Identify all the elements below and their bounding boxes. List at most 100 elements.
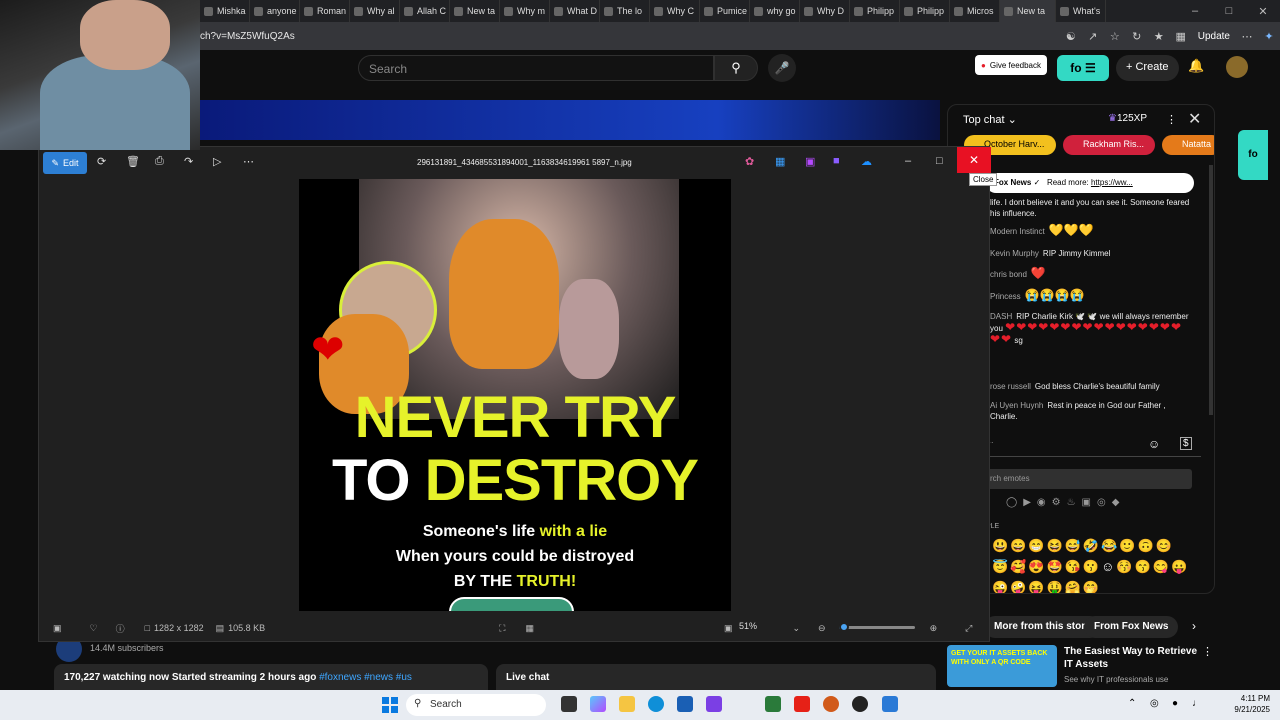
browser-tab[interactable]: Philipp (850, 0, 900, 22)
task-view-icon[interactable] (561, 696, 577, 712)
rotate-icon[interactable]: ⟳ (97, 155, 106, 168)
ad-title[interactable]: The Easiest Way to Retrieve IT Assets (1064, 645, 1204, 671)
browser-tab[interactable]: why go (750, 0, 800, 22)
clipchamp-taskbar-icon[interactable] (706, 696, 722, 712)
edge-icon[interactable] (648, 696, 664, 712)
taskbar-search[interactable]: ⚲ Search (406, 694, 546, 716)
mic-icon[interactable]: ● (1172, 698, 1178, 709)
refresh-icon[interactable]: ↻ (1126, 30, 1148, 43)
favorites-icon[interactable]: ★ (1148, 30, 1170, 43)
obs-icon[interactable] (852, 696, 868, 712)
create-button[interactable]: + Create (1116, 55, 1179, 81)
print-icon[interactable]: ⎙ (155, 155, 164, 168)
slideshow-icon[interactable]: ▷ (213, 155, 221, 168)
extensions-icon[interactable]: ▦ (1170, 30, 1192, 43)
ad-more-icon[interactable]: ⋮ (1202, 645, 1213, 658)
more-options-icon[interactable]: ⋯ (1236, 30, 1258, 43)
ad-thumbnail[interactable]: GET YOUR IT ASSETS BACK WITH ONLY A QR C… (947, 645, 1057, 687)
zoom-dropdown-icon[interactable]: ⌄ (792, 623, 800, 634)
clipchamp-icon[interactable]: ▣ (805, 155, 815, 168)
youtube-icon[interactable] (794, 696, 810, 712)
emote-grid[interactable]: 😃😄😁😆😅🤣😂🙂🙃😊😇🥰😍🤩😘😗☺😚😙😋😛😜🤪😝🤑🤗🤭 (992, 535, 1192, 593)
filmstrip-icon[interactable]: ▣ (53, 623, 62, 634)
browser-tab[interactable]: New ta (1000, 0, 1056, 22)
give-feedback-button[interactable]: ● Give feedback (975, 55, 1047, 75)
microphone-icon[interactable]: 🎤 (768, 54, 796, 82)
minimize-icon[interactable]: – (1178, 5, 1212, 17)
extension-side-button[interactable]: fo (1238, 130, 1268, 180)
window-maximize-icon[interactable]: □ (936, 155, 943, 167)
pinned-message[interactable]: Fox News ✓ Read more: https://ww... (986, 173, 1194, 193)
store-icon[interactable] (677, 696, 693, 712)
actual-size-icon[interactable]: ▣ (724, 623, 733, 634)
top-chat-dropdown[interactable]: Top chat ⌄ (963, 113, 1017, 126)
live-chat-label[interactable]: Live chat (496, 664, 936, 690)
url-field[interactable]: ch?v=MsZ5WfuQ2As (200, 31, 1060, 42)
open-in-app-icon[interactable]: ↗ (1082, 30, 1104, 43)
extension-menu-button[interactable]: fo ☰ (1057, 55, 1109, 81)
close-window-icon[interactable]: ✕ (1246, 5, 1280, 18)
browser-tab[interactable]: Roman (300, 0, 350, 22)
file-explorer-icon[interactable] (619, 696, 635, 712)
browser-tab[interactable]: Why m (500, 0, 550, 22)
notifications-bell-icon[interactable]: 🔔 (1188, 58, 1204, 74)
emoji-icon[interactable]: ☺ (1148, 437, 1160, 451)
zoom-slider-track[interactable] (839, 626, 915, 629)
start-button[interactable] (382, 697, 398, 713)
chevron-right-icon[interactable]: › (1192, 619, 1196, 633)
browser-tab[interactable]: Allah C (400, 0, 450, 22)
copilot-taskbar-icon[interactable] (590, 696, 606, 712)
chat-input[interactable]: ... (986, 435, 1201, 457)
emote-search-input[interactable]: rch emotes (986, 469, 1192, 489)
video-player[interactable] (200, 100, 940, 140)
avatar[interactable] (1226, 56, 1248, 78)
browser-tab[interactable]: anyone (250, 0, 300, 22)
pinned-link[interactable]: https://ww... (1091, 178, 1133, 187)
search-input[interactable]: Search (358, 55, 714, 81)
zoom-out-icon[interactable]: ⊖ (818, 623, 826, 634)
browser-tab[interactable]: What's (1056, 0, 1106, 22)
brave-icon[interactable] (823, 696, 839, 712)
delete-icon[interactable]: 🗑 (126, 155, 140, 168)
create-app-icon[interactable]: ■ (833, 155, 840, 167)
tray-chevron-icon[interactable]: ⌃ (1128, 698, 1136, 709)
browser-tab[interactable]: Micros (950, 0, 1000, 22)
browser-tab[interactable]: Why al (350, 0, 400, 22)
favorite-star-icon[interactable]: ☆ (1104, 30, 1126, 43)
onedrive-icon[interactable]: ☁ (861, 155, 872, 168)
browser-tab[interactable]: What D (550, 0, 600, 22)
clock[interactable]: 4:11 PM 9/21/2025 (1224, 693, 1270, 715)
chat-chip-2[interactable]: Rackham Ris... (1063, 135, 1155, 155)
zoom-level[interactable]: 51% (739, 621, 757, 631)
browser-tab[interactable]: New ta (450, 0, 500, 22)
crop-icon[interactable]: ▦ (525, 623, 534, 634)
browser-tab[interactable]: Mishka (200, 0, 250, 22)
share-icon[interactable]: ↷ (184, 155, 193, 168)
update-button[interactable]: Update (1192, 28, 1236, 45)
fullscreen-icon[interactable]: ⤢ (965, 623, 972, 634)
translate-icon[interactable]: ☯ (1060, 30, 1082, 43)
edit-button[interactable]: ✎ Edit (43, 152, 87, 174)
window-minimize-icon[interactable]: – (905, 155, 911, 167)
info-icon[interactable]: ⓘ (116, 622, 125, 635)
browser-tab[interactable]: Philipp (900, 0, 950, 22)
more-icon[interactable]: ⋯ (243, 155, 254, 168)
favorite-icon[interactable]: ♡ (90, 623, 98, 634)
copilot-app-icon[interactable]: ✿ (745, 155, 754, 168)
super-chat-icon[interactable]: $ (1180, 437, 1192, 450)
chat-scrollbar[interactable] (1209, 165, 1213, 415)
maximize-icon[interactable]: □ (1212, 5, 1246, 17)
search-icon[interactable]: ⚲ (714, 55, 758, 81)
browser-tab[interactable]: Pumice (700, 0, 750, 22)
window-close-button[interactable]: ✕ (957, 147, 991, 173)
copilot-icon[interactable]: ✦ (1258, 30, 1280, 43)
volume-icon[interactable]: ♩ (1192, 698, 1202, 709)
chat-more-icon[interactable]: ⋮ (1166, 113, 1177, 126)
fit-icon[interactable]: ⛶ (499, 623, 505, 634)
browser-tab[interactable]: The lo (600, 0, 650, 22)
chat-chip-3[interactable]: Natatta (1162, 135, 1214, 155)
description-bar[interactable]: 170,227 watching now Started streaming 2… (54, 664, 488, 690)
hashtags[interactable]: #foxnews #news #us (319, 672, 412, 683)
close-icon[interactable]: ✕ (1188, 109, 1201, 129)
photos-taskbar-icon[interactable] (882, 696, 898, 712)
